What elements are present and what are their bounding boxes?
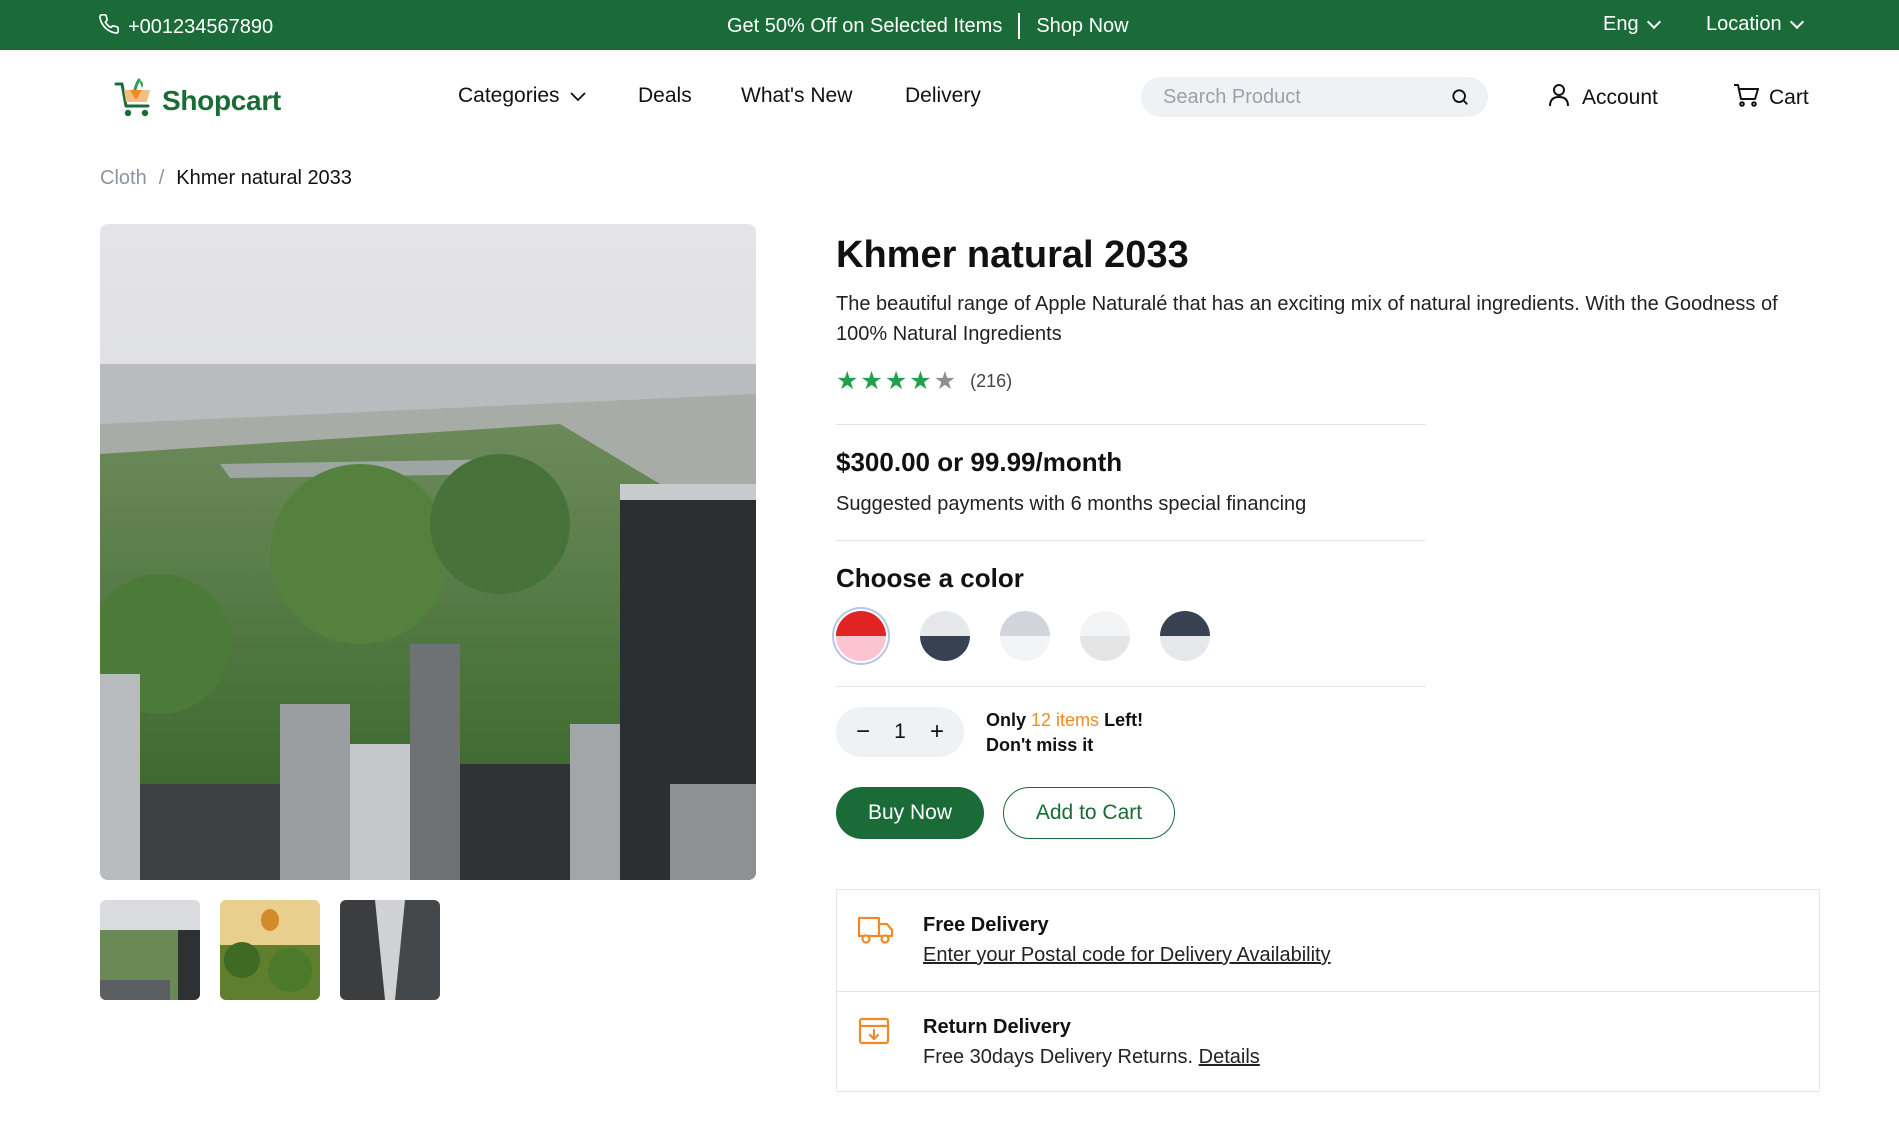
stock-note: Don't miss it [986, 735, 1094, 755]
shop-now-link[interactable]: Shop Now [1036, 15, 1128, 38]
return-delivery-title: Return Delivery [923, 1016, 1071, 1038]
quantity-stepper: − 1 + [836, 707, 964, 757]
user-icon [1548, 83, 1570, 113]
account-link[interactable]: Account [1548, 83, 1658, 113]
location-label: Location [1706, 13, 1782, 35]
search-icon[interactable] [1450, 87, 1470, 112]
cart-label: Cart [1769, 86, 1809, 109]
return-delivery-row: Return Delivery Free 30days Delivery Ret… [837, 991, 1819, 1093]
promo-divider [1018, 13, 1021, 39]
divider [836, 424, 1426, 425]
free-delivery-title: Free Delivery [923, 914, 1049, 936]
cart-logo-icon [112, 76, 156, 125]
stock-count: 12 items [1031, 710, 1100, 730]
color-swatch-navy[interactable] [1160, 611, 1210, 661]
search-bar [1141, 77, 1488, 117]
cart-icon [1733, 83, 1759, 113]
product-main-image[interactable] [100, 224, 756, 880]
promo-banner: Get 50% Off on Selected Items Shop Now [727, 13, 1129, 39]
color-swatch-dark[interactable] [920, 611, 970, 661]
breadcrumb-cloth[interactable]: Cloth [100, 167, 147, 190]
free-delivery-row: Free Delivery Enter your Postal code for… [837, 890, 1819, 991]
review-count: (216) [970, 371, 1013, 391]
add-to-cart-button[interactable]: Add to Cart [1003, 787, 1175, 839]
thumbnail-balloon[interactable] [220, 900, 320, 1000]
product-rating[interactable]: ★ ★ ★ ★ ★ (216) [836, 369, 1012, 394]
star-half-icon: ★ [933, 367, 957, 395]
language-label: Eng [1603, 13, 1639, 35]
brand-name: Shopcart [162, 84, 281, 116]
thumbnail-city[interactable] [100, 900, 200, 1000]
star-icon: ★ [909, 367, 932, 395]
star-icon: ★ [860, 367, 883, 395]
stock-prefix: Only [986, 710, 1027, 730]
postal-code-link[interactable]: Enter your Postal code for Delivery Avai… [923, 944, 1331, 967]
delivery-info: Free Delivery Enter your Postal code for… [836, 889, 1820, 1092]
account-label: Account [1582, 86, 1658, 109]
nav-deals[interactable]: Deals [638, 84, 692, 108]
stock-notice: Only 12 items Left! Don't miss it [986, 708, 1143, 758]
return-delivery-text: Free 30days Delivery Returns. Details [923, 1046, 1260, 1069]
brand-logo[interactable]: Shopcart [112, 76, 281, 125]
location-selector[interactable]: Location [1706, 13, 1804, 36]
search-input[interactable] [1161, 84, 1442, 110]
color-heading: Choose a color [836, 563, 1024, 593]
quantity-value[interactable]: 1 [894, 720, 906, 744]
return-box-icon [857, 1014, 891, 1053]
phone-contact[interactable]: +001234567890 [98, 13, 273, 41]
plus-icon[interactable]: + [930, 718, 944, 746]
return-details-link[interactable]: Details [1199, 1046, 1260, 1068]
truck-icon [857, 912, 895, 951]
star-icon: ★ [884, 367, 908, 395]
chevron-down-icon [1646, 14, 1661, 30]
product-title: Khmer natural 2033 [836, 234, 1189, 276]
divider [836, 686, 1426, 687]
return-policy-text: Free 30days Delivery Returns. [923, 1046, 1194, 1068]
color-swatch-light[interactable] [1080, 611, 1130, 661]
nav-delivery[interactable]: Delivery [905, 84, 981, 108]
breadcrumb: Cloth / Khmer natural 2033 [100, 167, 352, 190]
chevron-down-icon [569, 84, 586, 108]
top-bar: +001234567890 Get 50% Off on Selected It… [0, 0, 1899, 50]
financing-note: Suggested payments with 6 months special… [836, 493, 1307, 515]
color-swatch-red[interactable] [836, 611, 886, 661]
promo-text: Get 50% Off on Selected Items [727, 14, 1003, 37]
color-swatch-gray[interactable] [1000, 611, 1050, 661]
star-icon: ★ [836, 367, 859, 395]
thumbnail-canyon[interactable] [340, 900, 440, 1000]
cart-link[interactable]: Cart [1733, 83, 1809, 113]
breadcrumb-separator: / [158, 167, 165, 189]
nav-categories[interactable]: Categories [458, 84, 586, 108]
phone-number: +001234567890 [128, 15, 274, 38]
product-price: $300.00 or 99.99/month [836, 447, 1123, 477]
breadcrumb-current: Khmer natural 2033 [176, 167, 352, 189]
chevron-down-icon [1789, 14, 1804, 30]
minus-icon[interactable]: − [856, 718, 870, 746]
buy-now-button[interactable]: Buy Now [836, 787, 984, 839]
language-selector[interactable]: Eng [1603, 13, 1661, 36]
nav-whats-new[interactable]: What's New [741, 84, 852, 108]
phone-icon [98, 13, 120, 41]
product-description: The beautiful range of Apple Naturalé th… [836, 293, 1778, 345]
nav-categories-label: Categories [458, 84, 560, 107]
divider [836, 540, 1426, 541]
stock-suffix: Left! [1104, 710, 1144, 730]
